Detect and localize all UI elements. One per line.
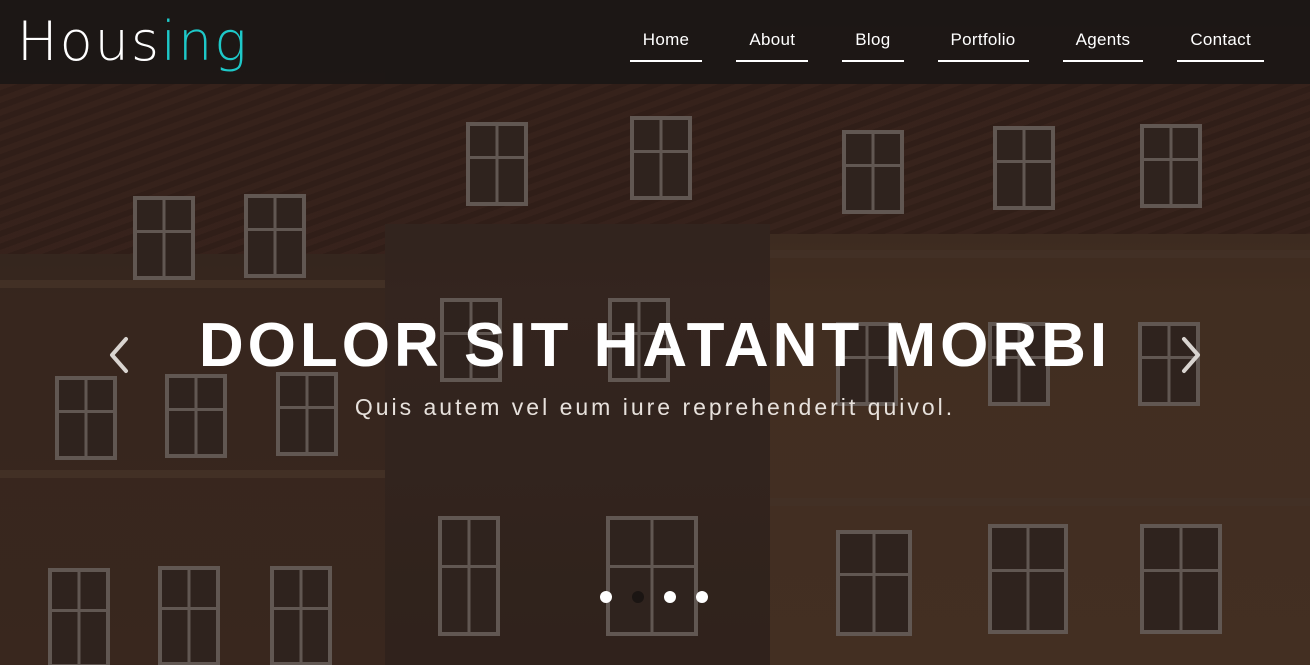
logo-accent-text: ing (161, 10, 249, 73)
slide-subheading: Quis autem vel eum iure reprehenderit qu… (354, 394, 956, 420)
nav-item-home[interactable]: Home (629, 28, 703, 62)
slide-headline: DOLOR SIT HATANT MORBI (198, 311, 1112, 380)
site-header: Housing Home About Blog Portfolio Agents… (0, 0, 1310, 84)
prev-slide-button[interactable] (104, 336, 134, 374)
carousel-dot[interactable] (664, 591, 676, 603)
brand-logo[interactable]: Housing (17, 10, 249, 74)
next-slide-button[interactable] (1176, 336, 1206, 374)
main-nav: Home About Blog Portfolio Agents Contact (629, 28, 1264, 62)
chevron-right-icon (1176, 337, 1206, 378)
nav-item-blog[interactable]: Blog (842, 28, 904, 62)
nav-item-portfolio[interactable]: Portfolio (937, 28, 1029, 62)
carousel-indicators (600, 591, 708, 603)
nav-item-about[interactable]: About (736, 28, 809, 62)
nav-item-agents[interactable]: Agents (1062, 28, 1144, 62)
nav-item-contact[interactable]: Contact (1177, 28, 1264, 62)
chevron-left-icon (104, 337, 134, 378)
logo-main-text: Hous (17, 10, 162, 73)
carousel-dot[interactable] (696, 591, 708, 603)
carousel-dot[interactable] (600, 591, 612, 603)
carousel-dot-active[interactable] (632, 591, 644, 603)
hero-carousel: Housing Home About Blog Portfolio Agents… (0, 0, 1310, 665)
